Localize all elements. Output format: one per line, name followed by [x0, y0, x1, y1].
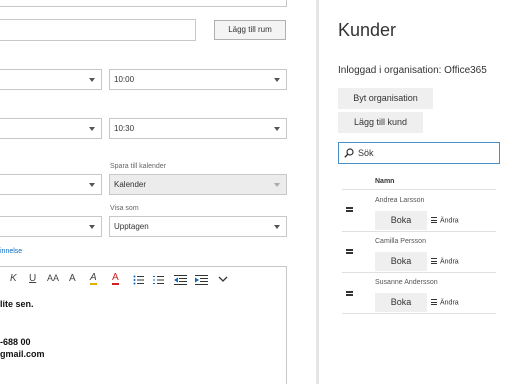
add-room-button[interactable]: Lägg till rum — [214, 20, 286, 40]
logged-in-org-text: Inloggad i organisation: Office365 — [338, 65, 487, 76]
switch-organization-button[interactable]: Byt organisation — [338, 88, 433, 109]
reminder-link[interactable]: innelse — [0, 248, 22, 255]
start-date-select[interactable] — [0, 69, 102, 90]
dropdown-caret-icon — [274, 127, 280, 131]
reminder-select[interactable] — [0, 216, 102, 237]
end-time-value: 10:30 — [114, 124, 135, 133]
body-line-1: lite sen. — [0, 299, 34, 309]
dropdown-caret-icon — [274, 183, 280, 187]
row-divider — [342, 231, 496, 232]
highlight-button[interactable]: A — [90, 273, 97, 285]
dropdown-caret-icon — [89, 78, 95, 82]
hamburger-menu-icon[interactable] — [346, 249, 353, 255]
outdent-icon[interactable] — [174, 275, 187, 285]
dropdown-caret-icon — [89, 183, 95, 187]
show-as-select[interactable]: Upptagen — [109, 216, 287, 237]
font-size-up-button[interactable]: A — [69, 273, 76, 284]
body-line-2: -688 00 — [0, 337, 31, 347]
body-line-3: gmail.com — [0, 349, 45, 359]
search-input[interactable]: Sök — [338, 142, 500, 164]
dropdown-caret-icon — [89, 225, 95, 229]
hamburger-menu-icon[interactable] — [346, 207, 353, 213]
show-as-value: Upptagen — [114, 222, 149, 231]
edit-label: Ändra — [440, 258, 459, 266]
calendar-value: Kalender — [114, 180, 147, 189]
font-color-button[interactable]: A — [112, 273, 119, 285]
italic-button[interactable]: K — [10, 273, 17, 284]
show-as-label: Visa som — [110, 205, 139, 212]
search-icon — [344, 148, 354, 158]
row-divider — [342, 313, 496, 314]
edit-button[interactable]: Ändra — [431, 258, 459, 266]
column-header-name: Namn — [375, 178, 395, 185]
dropdown-caret-icon — [274, 225, 280, 229]
book-button[interactable]: Boka — [375, 211, 427, 230]
add-customer-button[interactable]: Lägg till kund — [338, 112, 423, 133]
chevron-down-icon[interactable] — [218, 276, 228, 283]
customer-name: Andrea Larsson — [375, 197, 425, 204]
page-title: Kunder — [338, 20, 397, 40]
bullets-icon[interactable] — [133, 275, 144, 285]
book-button[interactable]: Boka — [375, 293, 427, 312]
repeat-select[interactable] — [0, 174, 102, 195]
dropdown-caret-icon — [274, 78, 280, 82]
numbering-icon[interactable] — [153, 275, 164, 285]
save-to-calendar-label: Spara till kalender — [110, 163, 167, 170]
indent-icon[interactable] — [195, 275, 208, 285]
dropdown-caret-icon — [89, 127, 95, 131]
book-button[interactable]: Boka — [375, 252, 427, 271]
hamburger-menu-icon[interactable] — [346, 291, 353, 297]
calendar-select: Kalender — [109, 174, 287, 195]
edit-button[interactable]: Ändra — [431, 299, 459, 307]
edit-label: Ändra — [440, 217, 459, 225]
edit-button[interactable]: Ändra — [431, 217, 459, 225]
start-time-value: 10:00 — [114, 75, 135, 84]
customer-name: Susanne Andersson — [375, 279, 438, 286]
start-time-select[interactable]: 10:00 — [109, 69, 287, 90]
underline-button[interactable]: U — [29, 273, 36, 284]
customer-name: Camilla Persson — [375, 238, 426, 245]
edit-label: Ändra — [440, 299, 459, 307]
hamburger-menu-icon — [431, 299, 437, 307]
end-time-select[interactable]: 10:30 — [109, 118, 287, 139]
end-date-select[interactable] — [0, 118, 102, 139]
row-divider — [342, 272, 496, 273]
hamburger-menu-icon — [431, 217, 437, 225]
room-input[interactable] — [0, 19, 196, 41]
location-input-top[interactable] — [0, 0, 287, 7]
hamburger-menu-icon — [431, 258, 437, 266]
appointment-form-panel: Lägg till rum 10:00 10:30 Spara till kal… — [0, 0, 316, 384]
header-divider — [342, 189, 496, 190]
customers-panel: Kunder Inloggad i organisation: Office36… — [319, 0, 512, 384]
search-placeholder: Sök — [358, 148, 374, 158]
font-size-down-button[interactable]: AA — [47, 273, 59, 283]
